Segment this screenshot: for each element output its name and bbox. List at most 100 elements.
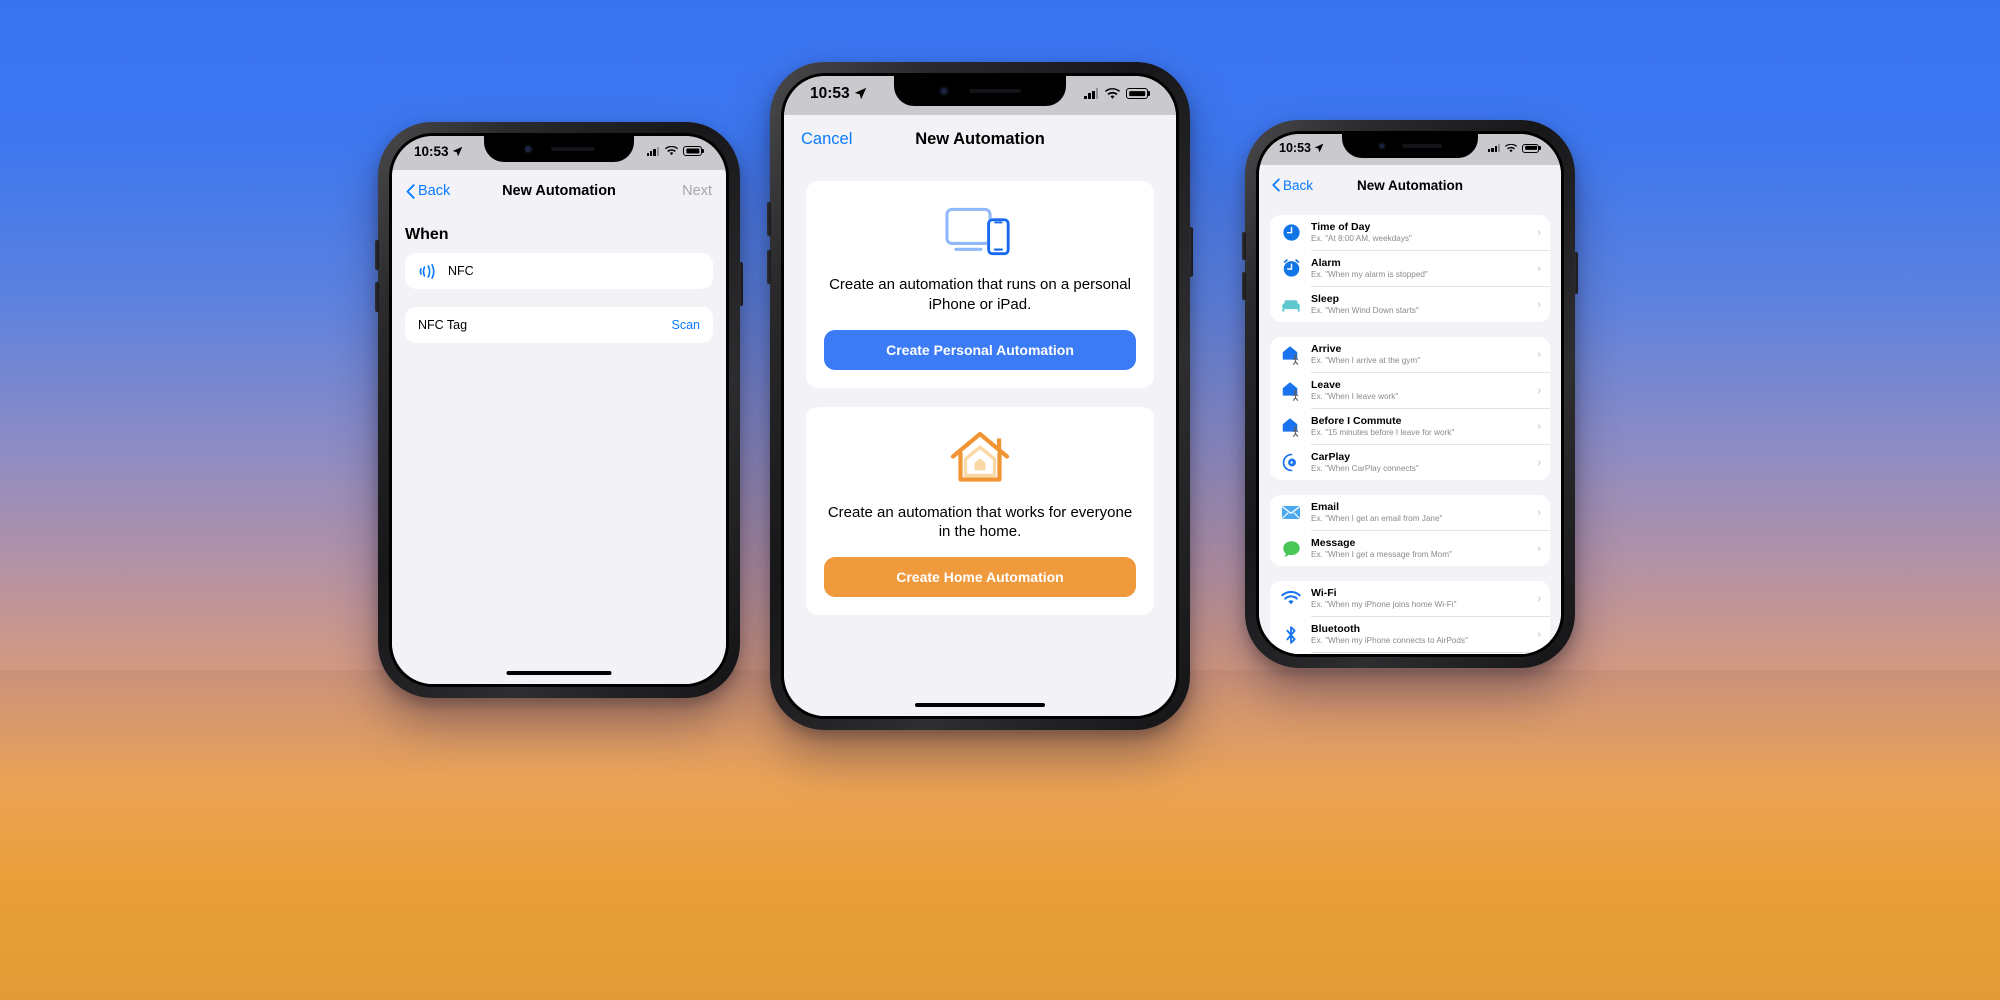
list-item-carplay[interactable]: CarPlay Ex. "When CarPlay connects" ›	[1270, 445, 1550, 480]
volume-buttons[interactable]	[767, 202, 771, 236]
status-time: 10:53	[1279, 141, 1311, 155]
list-item-message[interactable]: Message Ex. "When I get a message from M…	[1270, 531, 1550, 566]
cancel-button[interactable]: Cancel	[801, 130, 852, 149]
trigger-group-travel: Arrive Ex. "When I arrive at the gym" ›	[1270, 337, 1550, 480]
nav-bar-left: Back New Automation Next	[392, 170, 726, 212]
nav-bar-right: Back New Automation	[1259, 165, 1561, 205]
status-time: 10:53	[414, 143, 449, 159]
chevron-right-icon: ›	[1537, 348, 1541, 361]
nfc-tag-label: NFC Tag	[418, 318, 468, 332]
list-item-subtitle: Ex. "When I get a message from Mom"	[1311, 549, 1452, 559]
wifi-icon	[1505, 143, 1518, 152]
content-center: Create an automation that runs on a pers…	[784, 163, 1176, 716]
chevron-right-icon: ›	[1537, 628, 1541, 641]
power-button[interactable]	[739, 262, 743, 306]
clock-icon	[1280, 222, 1302, 244]
next-label: Next	[682, 183, 712, 199]
list-item-subtitle: Ex. "When I leave work"	[1311, 391, 1399, 401]
chevron-right-icon: ›	[1537, 262, 1541, 275]
trigger-group-time: Time of Day Ex. "At 8:00 AM, weekdays" ›	[1270, 215, 1550, 322]
volume-buttons-2[interactable]	[1242, 272, 1246, 300]
status-time: 10:53	[810, 84, 850, 102]
list-item-subtitle: Ex. "When my iPhone joins home Wi-Fi"	[1311, 599, 1457, 609]
list-item-subtitle: Ex. "When my alarm is stopped"	[1311, 269, 1428, 279]
nav-bar-center: Cancel New Automation	[784, 115, 1176, 163]
trigger-row-nfc[interactable]: NFC	[405, 253, 713, 289]
chevron-right-icon: ›	[1537, 542, 1541, 555]
wifi-icon	[1104, 87, 1120, 99]
phone-center: 10:53 Cancel New Automation Create an au…	[767, 62, 1193, 730]
list-item-nfc[interactable]: NFC Ex. "When I tap an NFC tag" ›	[1270, 653, 1550, 654]
content-left: When NFC NFC Tag Scan	[392, 212, 726, 684]
home-house-icon	[950, 431, 1010, 482]
power-button[interactable]	[1189, 227, 1193, 277]
back-label: Back	[1283, 177, 1314, 193]
location-arrow-icon	[1315, 143, 1324, 153]
back-label: Back	[418, 183, 451, 199]
message-bubble-icon	[1280, 538, 1302, 560]
cellular-bars-icon	[1488, 144, 1500, 152]
back-button[interactable]: Back	[406, 183, 450, 199]
list-item-arrive[interactable]: Arrive Ex. "When I arrive at the gym" ›	[1270, 337, 1550, 372]
front-camera-icon	[1377, 142, 1386, 150]
wifi-icon	[1280, 588, 1302, 610]
next-button[interactable]: Next	[682, 183, 712, 199]
content-right: Time of Day Ex. "At 8:00 AM, weekdays" ›	[1259, 205, 1561, 654]
home-automation-description: Create an automation that works for ever…	[827, 503, 1133, 541]
chevron-right-icon: ›	[1537, 592, 1541, 605]
create-home-automation-button[interactable]: Create Home Automation	[824, 557, 1136, 598]
notch	[894, 76, 1066, 106]
wifi-icon	[664, 146, 678, 156]
trigger-group-communication: Email Ex. "When I get an email from Jane…	[1270, 495, 1550, 566]
house-arrive-icon	[1280, 344, 1302, 366]
list-item-time-of-day[interactable]: Time of Day Ex. "At 8:00 AM, weekdays" ›	[1270, 215, 1550, 250]
chevron-right-icon: ›	[1537, 456, 1541, 469]
volume-buttons-2[interactable]	[767, 250, 771, 284]
list-item-email[interactable]: Email Ex. "When I get an email from Jane…	[1270, 495, 1550, 530]
chevron-left-icon	[406, 183, 415, 199]
screen-center: 10:53 Cancel New Automation Create an au…	[784, 76, 1176, 716]
list-item-title: Message	[1311, 536, 1356, 549]
location-arrow-icon	[452, 146, 463, 156]
back-button[interactable]: Back	[1272, 178, 1313, 193]
cellular-bars-icon	[1084, 88, 1099, 99]
power-button[interactable]	[1574, 252, 1578, 294]
earpiece-speaker	[969, 89, 1022, 93]
battery-nub	[1148, 91, 1150, 96]
battery-nub	[1539, 146, 1541, 150]
chevron-right-icon: ›	[1537, 384, 1541, 397]
volume-buttons-2[interactable]	[375, 282, 379, 312]
envelope-icon	[1280, 502, 1302, 524]
list-item-title: Bluetooth	[1311, 622, 1360, 635]
list-item-bluetooth[interactable]: Bluetooth Ex. "When my iPhone connects t…	[1270, 617, 1550, 652]
volume-buttons[interactable]	[375, 240, 379, 270]
home-indicator[interactable]	[915, 702, 1045, 707]
notch	[484, 136, 634, 162]
list-item-title: Leave	[1311, 378, 1341, 391]
create-personal-automation-button[interactable]: Create Personal Automation	[824, 329, 1136, 370]
scan-button[interactable]: Scan	[672, 318, 701, 332]
list-item-before-i-commute[interactable]: Before I Commute Ex. "15 minutes before …	[1270, 409, 1550, 444]
battery-icon	[1522, 143, 1540, 153]
list-item-subtitle: Ex. "15 minutes before I leave for work"	[1311, 427, 1455, 437]
battery-icon	[683, 146, 703, 156]
cellular-bars-icon	[646, 146, 660, 156]
list-item-subtitle: Ex. "When my iPhone connects to AirPods"	[1311, 635, 1468, 645]
cancel-label: Cancel	[801, 129, 853, 148]
chevron-right-icon: ›	[1537, 298, 1541, 311]
list-item-alarm[interactable]: Alarm Ex. "When my alarm is stopped" ›	[1270, 251, 1550, 286]
volume-buttons[interactable]	[1242, 232, 1246, 260]
trigger-group-connectivity: Wi-Fi Ex. "When my iPhone joins home Wi-…	[1270, 581, 1550, 654]
list-item-sleep[interactable]: Sleep Ex. "When Wind Down starts" ›	[1270, 287, 1550, 322]
nfc-tag-row[interactable]: NFC Tag Scan	[405, 307, 713, 343]
list-item-wifi[interactable]: Wi-Fi Ex. "When my iPhone joins home Wi-…	[1270, 581, 1550, 616]
phone-right: 10:53 Back New Automation Time of Day Ex…	[1242, 120, 1578, 668]
front-camera-icon	[523, 144, 533, 154]
ipad-iphone-icon	[945, 207, 1010, 256]
home-indicator[interactable]	[506, 671, 612, 675]
list-item-title: Sleep	[1311, 292, 1340, 305]
chevron-right-icon: ›	[1537, 226, 1541, 239]
list-item-leave[interactable]: Leave Ex. "When I leave work" ›	[1270, 373, 1550, 408]
list-item-title: Arrive	[1311, 342, 1342, 355]
